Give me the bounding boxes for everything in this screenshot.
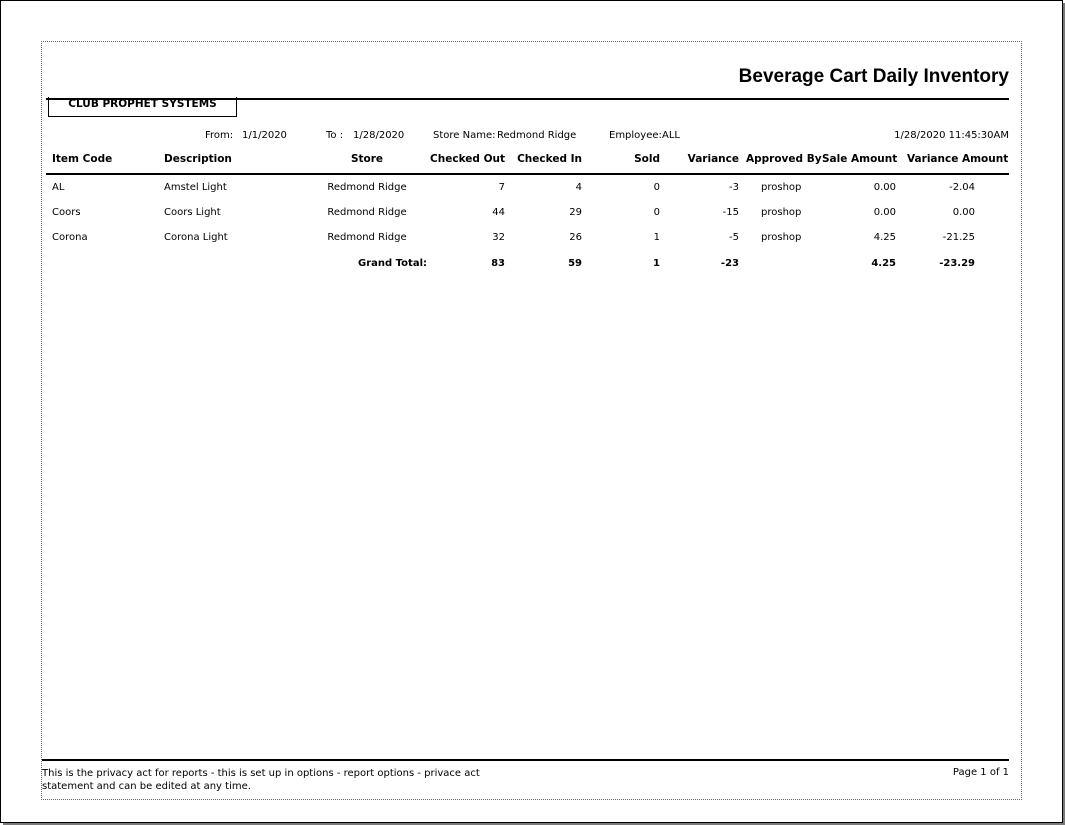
header-checked-out: Checked Out	[430, 153, 505, 165]
store-name-value: Redmond Ridge	[497, 130, 577, 141]
cell-approved-by: proshop	[761, 182, 802, 193]
header-divider	[46, 173, 1009, 175]
total-sold: 1	[653, 258, 660, 269]
table-row: AL Amstel Light Redmond Ridge 7 4 0 -3 p…	[42, 182, 1021, 200]
grand-total-label: Grand Total:	[358, 258, 427, 269]
page-number: Page 1 of 1	[952, 767, 1009, 778]
cell-checked-out: 32	[492, 232, 505, 243]
cell-approved-by: proshop	[761, 232, 802, 243]
header-sold: Sold	[634, 153, 660, 165]
header-item-code: Item Code	[52, 153, 113, 165]
cell-approved-by: proshop	[761, 207, 802, 218]
cell-checked-in: 4	[575, 182, 582, 193]
privacy-statement: This is the privacy act for reports - th…	[42, 768, 480, 792]
cell-sale-amount: 0.00	[873, 182, 896, 193]
cell-sold: 0	[653, 207, 660, 218]
cell-variance-amount: -21.25	[942, 232, 975, 243]
report-title: Beverage Cart Daily Inventory	[738, 66, 1009, 87]
cell-checked-out: 7	[498, 182, 505, 193]
total-checked-out: 83	[491, 258, 505, 269]
cell-variance-amount: 0.00	[952, 207, 975, 218]
cell-description: Amstel Light	[164, 182, 227, 193]
cell-store: Redmond Ridge	[327, 182, 407, 193]
cell-store: Redmond Ridge	[327, 232, 407, 243]
total-variance: -23	[720, 258, 739, 269]
cell-sold: 0	[653, 182, 660, 193]
employee-value: ALL	[662, 130, 680, 141]
cell-variance: -3	[729, 182, 739, 193]
cell-store: Redmond Ridge	[327, 207, 407, 218]
from-label: From:	[205, 130, 234, 141]
cell-description: Corona Light	[164, 232, 228, 243]
report-page: Beverage Cart Daily Inventory CLUB PROPH…	[41, 41, 1022, 800]
cell-sale-amount: 0.00	[873, 207, 896, 218]
total-checked-in: 59	[568, 258, 582, 269]
header-approved-by: Approved By	[746, 153, 822, 165]
header-variance: Variance	[687, 153, 739, 165]
footer-divider	[42, 759, 1009, 761]
to-label: To :	[326, 130, 344, 141]
cell-description: Coors Light	[164, 207, 221, 218]
cell-sale-amount: 4.25	[873, 232, 896, 243]
cell-item-code: AL	[52, 182, 65, 193]
table-row: Coors Coors Light Redmond Ridge 44 29 0 …	[42, 207, 1021, 225]
employee-label: Employee:	[609, 130, 662, 141]
cell-item-code: Coors	[52, 207, 81, 218]
cell-variance-amount: -2.04	[949, 182, 975, 193]
header-variance-amount: Variance Amount	[907, 153, 1009, 165]
total-variance-amount: -23.29	[939, 258, 975, 269]
cell-variance: -15	[722, 207, 739, 218]
report-timestamp: 1/28/2020 11:45:30AM	[894, 130, 1009, 141]
company-box: CLUB PROPHET SYSTEMS	[48, 97, 237, 117]
cell-variance: -5	[729, 232, 739, 243]
grand-total-row: Grand Total: 83 59 1 -23 4.25 -23.29	[42, 258, 1021, 276]
header-description: Description	[164, 153, 232, 165]
header-sale-amount: Sale Amount	[822, 153, 898, 165]
from-value: 1/1/2020	[242, 130, 287, 141]
header-checked-in: Checked In	[517, 153, 582, 165]
table-row: Corona Corona Light Redmond Ridge 32 26 …	[42, 232, 1021, 250]
store-name-label: Store Name:	[433, 130, 496, 141]
total-sale-amount: 4.25	[871, 258, 896, 269]
header-store: Store	[350, 153, 384, 165]
report-viewer-frame: Beverage Cart Daily Inventory CLUB PROPH…	[0, 0, 1063, 823]
cell-item-code: Corona	[52, 232, 88, 243]
to-value: 1/28/2020	[353, 130, 405, 141]
cell-checked-in: 26	[569, 232, 582, 243]
cell-checked-out: 44	[492, 207, 505, 218]
cell-checked-in: 29	[569, 207, 582, 218]
cell-sold: 1	[653, 232, 660, 243]
